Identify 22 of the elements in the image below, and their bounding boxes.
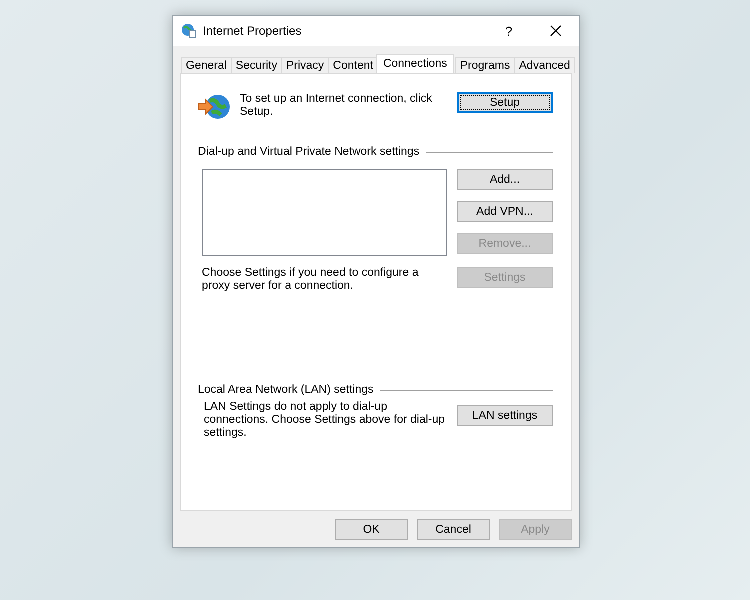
close-icon[interactable] <box>550 25 562 37</box>
dialup-button[interactable]: Add... <box>457 169 553 190</box>
setup-button[interactable]: Setup <box>457 92 553 113</box>
proxy-note: Choose Settings if you need to configure a proxy server for a connection. <box>202 267 420 293</box>
dialog-button[interactable]: OK <box>335 519 408 540</box>
setup-instruction: To set up an Internet connection, click Setup. <box>240 93 434 119</box>
tab[interactable]: Privacy <box>281 57 330 73</box>
section-heading: Local Area Network (LAN) settings <box>198 384 374 396</box>
globe-icon <box>181 23 197 39</box>
help-button[interactable]: ? <box>491 24 527 38</box>
lan-settings-button[interactable]: LAN settings <box>457 405 553 426</box>
tab[interactable]: Security <box>230 57 282 73</box>
dialog-button[interactable]: Cancel <box>417 519 490 540</box>
connection-list[interactable] <box>202 169 447 256</box>
window-title: Internet Properties <box>203 24 303 38</box>
dialup-button[interactable]: Add VPN... <box>457 201 553 222</box>
tab[interactable]: Advanced <box>514 57 576 73</box>
tab[interactable]: Connections <box>376 54 454 73</box>
section-heading: Dial-up and Virtual Private Network settings <box>198 146 420 158</box>
lan-note: LAN Settings do not apply to dial-up connections. Choose Settings above for dial-up settings. <box>204 401 446 440</box>
tab[interactable]: Programs <box>455 57 516 73</box>
tab[interactable]: General <box>181 57 232 73</box>
